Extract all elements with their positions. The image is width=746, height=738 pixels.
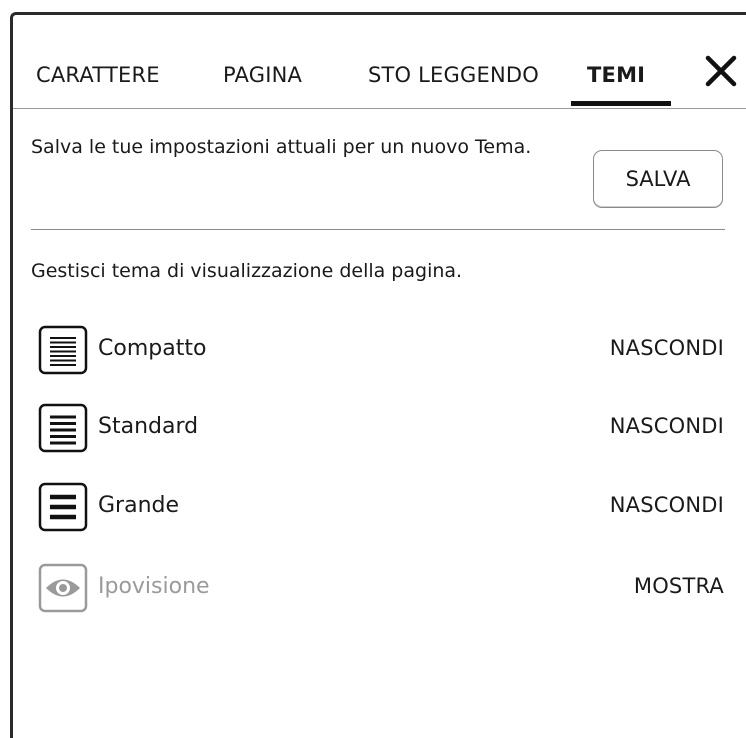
tab-carattere[interactable]: CARATTERE	[36, 63, 160, 87]
save-theme-description: Salva le tue impostazioni attuali per un…	[31, 136, 532, 158]
theme-row-standard: Standard NASCONDI	[13, 403, 746, 455]
compact-lines-icon	[38, 325, 88, 375]
tab-pagina[interactable]: PAGINA	[223, 63, 302, 87]
theme-settings-panel: CARATTERE PAGINA STO LEGGENDO TEMI Salva…	[10, 12, 746, 738]
tabs-divider	[13, 108, 746, 109]
theme-row-compatto: Compatto NASCONDI	[13, 325, 746, 377]
hide-theme-button[interactable]: NASCONDI	[610, 336, 724, 360]
close-button[interactable]	[699, 49, 743, 93]
section-divider	[31, 229, 725, 230]
theme-name: Standard	[98, 414, 199, 439]
tab-bar: CARATTERE PAGINA STO LEGGENDO TEMI	[13, 15, 746, 110]
theme-name: Ipovisione	[98, 574, 210, 599]
large-lines-icon	[38, 482, 88, 532]
theme-name: Grande	[98, 493, 180, 518]
theme-name: Compatto	[98, 336, 207, 361]
tab-temi[interactable]: TEMI	[587, 63, 645, 87]
save-button[interactable]: SALVA	[593, 150, 723, 208]
theme-row-grande: Grande NASCONDI	[13, 482, 746, 534]
active-tab-indicator	[571, 101, 671, 106]
show-theme-button[interactable]: MOSTRA	[634, 574, 724, 598]
manage-themes-description: Gestisci tema di visualizzazione della p…	[31, 260, 463, 282]
standard-lines-icon	[38, 403, 88, 453]
hide-theme-button[interactable]: NASCONDI	[610, 493, 724, 517]
theme-row-ipovisione: Ipovisione MOSTRA	[13, 563, 746, 615]
hide-theme-button[interactable]: NASCONDI	[610, 414, 724, 438]
eye-icon	[38, 563, 88, 613]
tab-sto-leggendo[interactable]: STO LEGGENDO	[368, 63, 539, 87]
close-icon	[705, 55, 737, 87]
